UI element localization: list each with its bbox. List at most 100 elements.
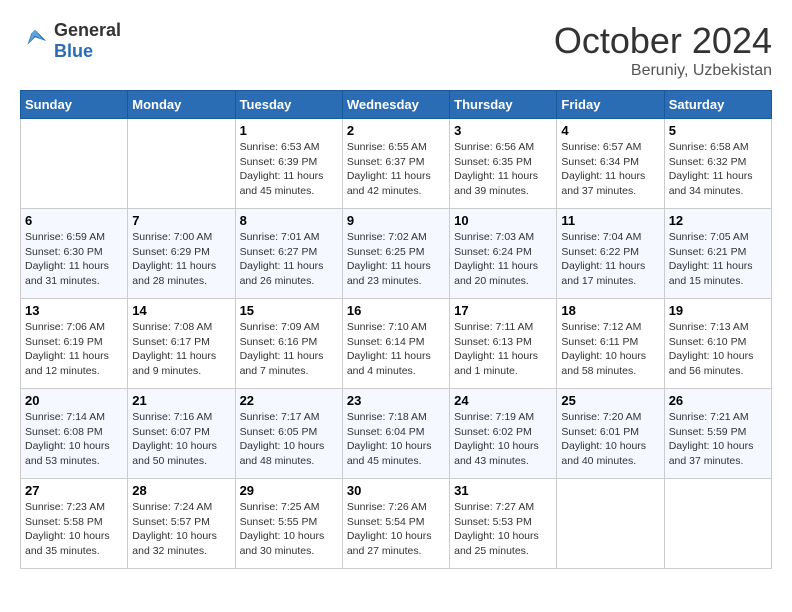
calendar-header: SundayMondayTuesdayWednesdayThursdayFrid… xyxy=(21,91,772,119)
header-day-friday: Friday xyxy=(557,91,664,119)
day-detail: Sunrise: 7:27 AMSunset: 5:53 PMDaylight:… xyxy=(454,500,552,559)
week-row-3: 13Sunrise: 7:06 AMSunset: 6:19 PMDayligh… xyxy=(21,299,772,389)
logo-general: General xyxy=(54,20,121,40)
day-number: 16 xyxy=(347,303,445,318)
week-row-4: 20 Sunrise: 7:14 AMSunset: 6:08 PMDayligh… xyxy=(21,389,772,479)
calendar-cell: 15Sunrise: 7:09 AMSunset: 6:16 PMDayligh… xyxy=(235,299,342,389)
day-detail: Sunrise: 7:09 AMSunset: 6:16 PMDaylight:… xyxy=(240,320,338,379)
week-row-5: 27 Sunrise: 7:23 AMSunset: 5:58 PMDayligh… xyxy=(21,479,772,569)
day-number: 17 xyxy=(454,303,552,318)
day-number: 11 xyxy=(561,213,659,228)
day-detail: Sunrise: 7:16 AMSunset: 6:07 PMDaylight:… xyxy=(132,410,230,469)
day-detail: Sunrise: 7:11 AMSunset: 6:13 PMDaylight:… xyxy=(454,320,552,379)
day-detail: Sunrise: 7:25 AMSunset: 5:55 PMDaylight:… xyxy=(240,500,338,559)
logo: General Blue xyxy=(20,20,121,62)
day-number: 18 xyxy=(561,303,659,318)
calendar-cell: 24 Sunrise: 7:19 AMSunset: 6:02 PMDayligh… xyxy=(450,389,557,479)
day-detail: Sunrise: 6:57 AMSunset: 6:34 PMDaylight:… xyxy=(561,140,659,199)
day-detail: Sunrise: 7:02 AMSunset: 6:25 PMDaylight:… xyxy=(347,230,445,289)
calendar-cell: 18Sunrise: 7:12 AMSunset: 6:11 PMDayligh… xyxy=(557,299,664,389)
day-detail: Sunrise: 6:53 AMSunset: 6:39 PMDaylight:… xyxy=(240,140,338,199)
calendar-cell: 14 Sunrise: 7:08 AMSunset: 6:17 PMDayligh… xyxy=(128,299,235,389)
day-detail: Sunrise: 6:56 AMSunset: 6:35 PMDaylight:… xyxy=(454,140,552,199)
day-detail: Sunrise: 7:21 AMSunset: 5:59 PMDaylight:… xyxy=(669,410,767,469)
calendar-cell: 12Sunrise: 7:05 AMSunset: 6:21 PMDayligh… xyxy=(664,209,771,299)
calendar-cell: 23 Sunrise: 7:18 AMSunset: 6:04 PMDayligh… xyxy=(342,389,449,479)
calendar-cell: 11 Sunrise: 7:04 AMSunset: 6:22 PMDayligh… xyxy=(557,209,664,299)
day-detail: Sunrise: 6:55 AMSunset: 6:37 PMDaylight:… xyxy=(347,140,445,199)
header-row: SundayMondayTuesdayWednesdayThursdayFrid… xyxy=(21,91,772,119)
calendar-cell: 30 Sunrise: 7:26 AMSunset: 5:54 PMDayligh… xyxy=(342,479,449,569)
day-number: 31 xyxy=(454,483,552,498)
day-number: 19 xyxy=(669,303,767,318)
day-detail: Sunrise: 7:23 AMSunset: 5:58 PMDaylight:… xyxy=(25,500,123,559)
header-day-saturday: Saturday xyxy=(664,91,771,119)
calendar-cell: 27 Sunrise: 7:23 AMSunset: 5:58 PMDayligh… xyxy=(21,479,128,569)
calendar-cell: 5Sunrise: 6:58 AMSunset: 6:32 PMDaylight… xyxy=(664,119,771,209)
calendar-cell: 28 Sunrise: 7:24 AMSunset: 5:57 PMDayligh… xyxy=(128,479,235,569)
calendar-cell xyxy=(557,479,664,569)
day-detail: Sunrise: 7:05 AMSunset: 6:21 PMDaylight:… xyxy=(669,230,767,289)
title-block: October 2024 Beruniy, Uzbekistan xyxy=(554,20,772,80)
day-number: 20 xyxy=(25,393,123,408)
calendar-table: SundayMondayTuesdayWednesdayThursdayFrid… xyxy=(20,90,772,569)
day-detail: Sunrise: 7:26 AMSunset: 5:54 PMDaylight:… xyxy=(347,500,445,559)
calendar-cell: 31 Sunrise: 7:27 AMSunset: 5:53 PMDayligh… xyxy=(450,479,557,569)
day-number: 24 xyxy=(454,393,552,408)
day-detail: Sunrise: 7:04 AMSunset: 6:22 PMDaylight:… xyxy=(561,230,659,289)
day-number: 7 xyxy=(132,213,230,228)
logo-blue: Blue xyxy=(54,41,93,61)
calendar-cell xyxy=(664,479,771,569)
day-detail: Sunrise: 7:18 AMSunset: 6:04 PMDaylight:… xyxy=(347,410,445,469)
day-detail: Sunrise: 7:06 AMSunset: 6:19 PMDaylight:… xyxy=(25,320,123,379)
calendar-cell: 13Sunrise: 7:06 AMSunset: 6:19 PMDayligh… xyxy=(21,299,128,389)
day-number: 9 xyxy=(347,213,445,228)
day-detail: Sunrise: 7:03 AMSunset: 6:24 PMDaylight:… xyxy=(454,230,552,289)
day-number: 14 xyxy=(132,303,230,318)
calendar-cell: 6Sunrise: 6:59 AMSunset: 6:30 PMDaylight… xyxy=(21,209,128,299)
day-detail: Sunrise: 7:10 AMSunset: 6:14 PMDaylight:… xyxy=(347,320,445,379)
calendar-cell: 4Sunrise: 6:57 AMSunset: 6:34 PMDaylight… xyxy=(557,119,664,209)
day-number: 28 xyxy=(132,483,230,498)
day-number: 27 xyxy=(25,483,123,498)
day-number: 23 xyxy=(347,393,445,408)
header-day-tuesday: Tuesday xyxy=(235,91,342,119)
day-detail: Sunrise: 6:59 AMSunset: 6:30 PMDaylight:… xyxy=(25,230,123,289)
day-detail: Sunrise: 7:08 AMSunset: 6:17 PMDaylight:… xyxy=(132,320,230,379)
day-detail: Sunrise: 7:00 AMSunset: 6:29 PMDaylight:… xyxy=(132,230,230,289)
day-number: 10 xyxy=(454,213,552,228)
calendar-cell: 9 Sunrise: 7:02 AMSunset: 6:25 PMDaylight… xyxy=(342,209,449,299)
calendar-cell: 8 Sunrise: 7:01 AMSunset: 6:27 PMDaylight… xyxy=(235,209,342,299)
day-detail: Sunrise: 7:01 AMSunset: 6:27 PMDaylight:… xyxy=(240,230,338,289)
calendar-cell: 17 Sunrise: 7:11 AMSunset: 6:13 PMDayligh… xyxy=(450,299,557,389)
calendar-body: 1 Sunrise: 6:53 AMSunset: 6:39 PMDaylight… xyxy=(21,119,772,569)
day-number: 2 xyxy=(347,123,445,138)
day-number: 26 xyxy=(669,393,767,408)
day-number: 3 xyxy=(454,123,552,138)
calendar-cell: 10 Sunrise: 7:03 AMSunset: 6:24 PMDayligh… xyxy=(450,209,557,299)
day-number: 21 xyxy=(132,393,230,408)
header-day-thursday: Thursday xyxy=(450,91,557,119)
day-number: 8 xyxy=(240,213,338,228)
day-detail: Sunrise: 7:13 AMSunset: 6:10 PMDaylight:… xyxy=(669,320,767,379)
header-day-monday: Monday xyxy=(128,91,235,119)
location: Beruniy, Uzbekistan xyxy=(554,62,772,80)
calendar-cell xyxy=(128,119,235,209)
day-number: 30 xyxy=(347,483,445,498)
calendar-cell: 22Sunrise: 7:17 AMSunset: 6:05 PMDayligh… xyxy=(235,389,342,479)
day-detail: Sunrise: 7:24 AMSunset: 5:57 PMDaylight:… xyxy=(132,500,230,559)
day-detail: Sunrise: 7:14 AMSunset: 6:08 PMDaylight:… xyxy=(25,410,123,469)
calendar-cell xyxy=(21,119,128,209)
day-detail: Sunrise: 7:19 AMSunset: 6:02 PMDaylight:… xyxy=(454,410,552,469)
month-title: October 2024 xyxy=(554,20,772,62)
day-number: 29 xyxy=(240,483,338,498)
day-number: 1 xyxy=(240,123,338,138)
day-number: 22 xyxy=(240,393,338,408)
logo-text: General Blue xyxy=(54,20,121,62)
page-header: General Blue October 2024 Beruniy, Uzbek… xyxy=(20,20,772,80)
week-row-2: 6Sunrise: 6:59 AMSunset: 6:30 PMDaylight… xyxy=(21,209,772,299)
calendar-cell: 21 Sunrise: 7:16 AMSunset: 6:07 PMDayligh… xyxy=(128,389,235,479)
header-day-wednesday: Wednesday xyxy=(342,91,449,119)
logo-icon xyxy=(20,26,50,56)
day-number: 5 xyxy=(669,123,767,138)
